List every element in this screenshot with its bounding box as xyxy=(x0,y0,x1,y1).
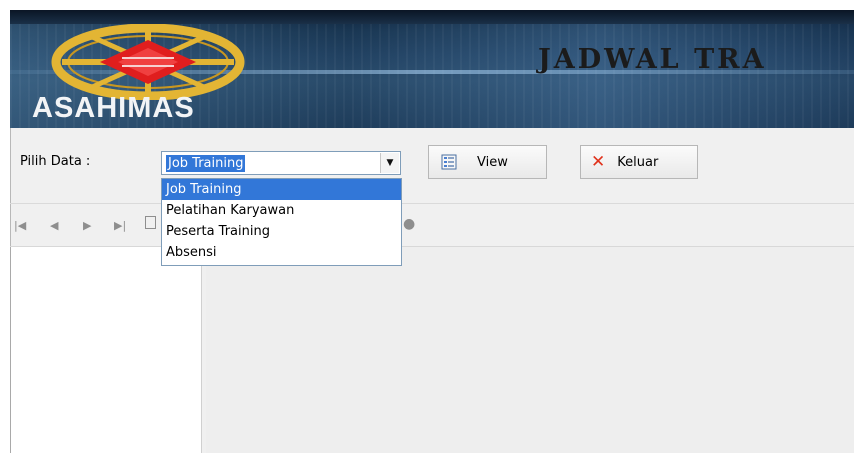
option-job-training[interactable]: Job Training xyxy=(162,179,401,200)
view-button[interactable]: View xyxy=(428,145,547,179)
chevron-down-icon[interactable]: ▼ xyxy=(380,153,399,173)
company-name: ASAHIMAS xyxy=(32,92,195,124)
data-select-dropdown[interactable]: Job Training Pelatihan Karyawan Peserta … xyxy=(161,178,402,266)
close-icon: ✕ xyxy=(591,152,606,172)
company-logo-icon xyxy=(51,24,245,100)
header-banner: ASAHIMAS JADWAL TRA xyxy=(10,10,854,128)
report-navigation-bar: |◀ ◀ ▶ ▶| ● xyxy=(10,206,854,246)
data-select-combobox[interactable]: Job Training ▼ xyxy=(161,151,401,175)
pane-border xyxy=(10,247,11,453)
last-page-icon[interactable]: ▶| xyxy=(114,219,126,232)
group-tree-pane[interactable] xyxy=(10,247,202,453)
data-select-label: Pilih Data : xyxy=(20,154,91,169)
option-peserta-training[interactable]: Peserta Training xyxy=(162,221,401,242)
binoculars-icon[interactable]: ● xyxy=(403,216,415,232)
app-title: JADWAL TRA xyxy=(538,44,767,75)
option-absensi[interactable]: Absensi xyxy=(162,242,401,263)
previous-page-icon[interactable]: ◀ xyxy=(50,219,58,232)
next-page-icon[interactable]: ▶ xyxy=(83,219,91,232)
list-icon xyxy=(441,154,457,170)
option-pelatihan-karyawan[interactable]: Pelatihan Karyawan xyxy=(162,200,401,221)
export-icon[interactable] xyxy=(145,216,156,229)
exit-button-label: Keluar xyxy=(617,154,659,170)
exit-button[interactable]: ✕ Keluar xyxy=(580,145,698,179)
toolbar-divider xyxy=(10,203,854,204)
report-viewer-pane[interactable] xyxy=(206,247,854,453)
data-select-value: Job Training xyxy=(166,155,246,172)
view-button-label: View xyxy=(477,154,508,170)
app-window: ASAHIMAS JADWAL TRA Pilih Data : Job Tra… xyxy=(10,10,854,453)
banner-top-strip xyxy=(10,10,854,24)
first-page-icon[interactable]: |◀ xyxy=(14,219,26,232)
